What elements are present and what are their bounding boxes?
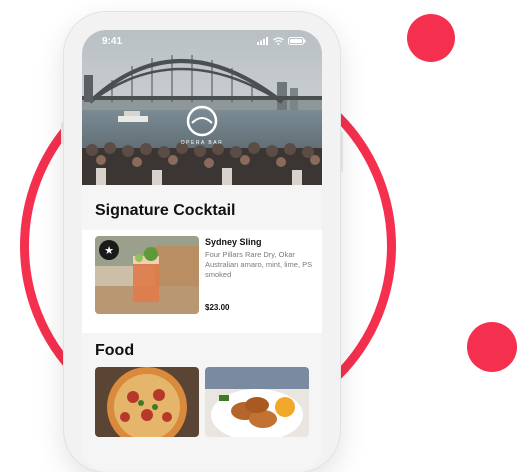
battery-icon <box>288 37 306 45</box>
food-item-wings[interactable] <box>205 367 309 437</box>
phone-power-button <box>340 132 343 172</box>
food-item-pizza[interactable] <box>95 367 199 437</box>
phone-frame: 9:41 OPERA BAR Signature Cocktail ★ Sydn… <box>61 12 343 472</box>
phone-screen: 9:41 OPERA BAR Signature Cocktail ★ Sydn… <box>82 30 322 470</box>
cocktail-name: Sydney Sling <box>205 237 262 247</box>
cocktail-price: $23.00 <box>205 303 230 312</box>
wifi-icon <box>273 37 284 45</box>
venue-logo-icon <box>186 105 218 137</box>
status-icons <box>257 37 306 45</box>
star-icon: ★ <box>99 240 119 260</box>
signal-icon <box>257 37 268 45</box>
cocktail-photo: ★ <box>95 236 199 314</box>
status-bar: 9:41 <box>82 30 322 52</box>
decorative-dot-top <box>407 14 455 62</box>
venue-logo-text: OPERA BAR <box>180 140 224 146</box>
wings-image <box>205 367 309 437</box>
status-time: 9:41 <box>102 35 123 47</box>
pizza-image <box>95 367 199 437</box>
hero-image: 9:41 OPERA BAR <box>82 30 322 185</box>
signature-cocktail-heading: Signature Cocktail <box>95 202 236 219</box>
cocktail-description: Four Pillars Rare Dry, Okar Australian a… <box>205 250 313 279</box>
cocktail-card[interactable]: ★ Sydney Sling Four Pillars Rare Dry, Ok… <box>82 230 322 333</box>
phone-side-button <box>61 122 64 144</box>
food-heading: Food <box>95 342 135 359</box>
decorative-dot-bottom <box>467 322 517 372</box>
